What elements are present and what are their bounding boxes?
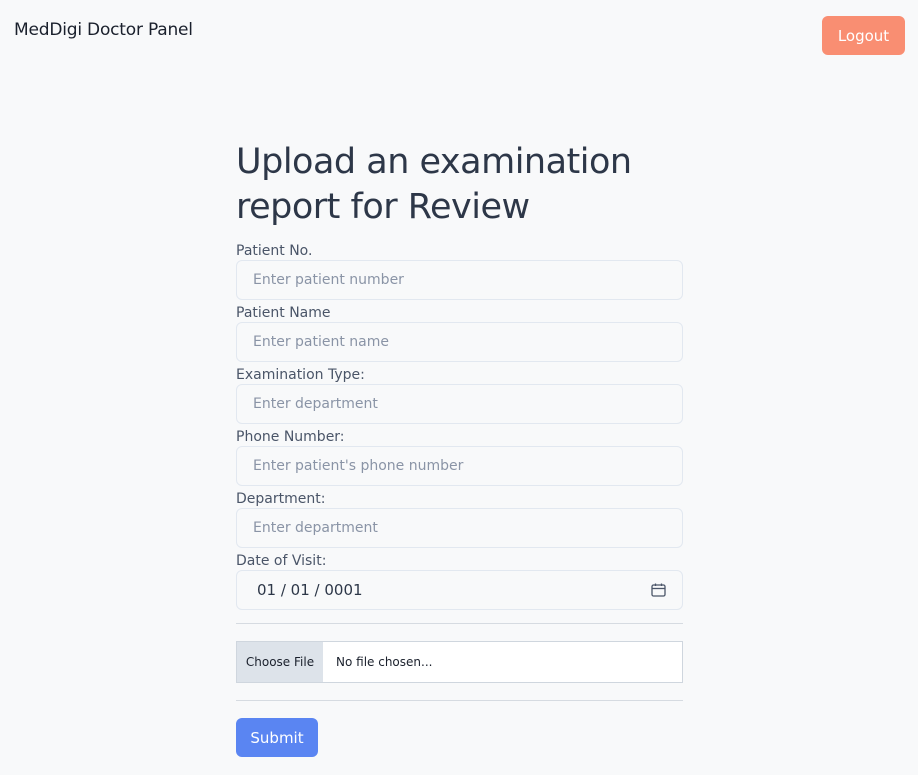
file-status: No file chosen... [336, 655, 433, 669]
logout-button[interactable]: Logout [822, 16, 905, 55]
patient-no-input[interactable] [236, 260, 683, 300]
divider [236, 623, 683, 624]
divider [236, 700, 683, 701]
phone-number-label: Phone Number: [236, 429, 345, 445]
patient-name-input[interactable] [236, 322, 683, 362]
app-brand: MedDigi Doctor Panel [14, 20, 193, 40]
phone-number-input[interactable] [236, 446, 683, 486]
top-bar: MedDigi Doctor Panel Logout [0, 0, 918, 70]
submit-button[interactable]: Submit [236, 718, 318, 757]
patient-name-label: Patient Name [236, 305, 331, 321]
choose-file-button[interactable]: Choose File [237, 642, 323, 682]
calendar-icon[interactable] [651, 583, 666, 597]
patient-no-label: Patient No. [236, 243, 313, 259]
department-label: Department: [236, 491, 326, 507]
department-input[interactable] [236, 508, 683, 548]
examination-type-input[interactable] [236, 384, 683, 424]
page-title: Upload an examination report for Review [236, 142, 632, 227]
examination-type-label: Examination Type: [236, 367, 365, 383]
file-upload: Choose File No file chosen... [236, 641, 683, 683]
upload-report-form: Upload an examination report for Review … [236, 140, 683, 757]
date-of-visit-label: Date of Visit: [236, 553, 327, 569]
date-of-visit-input[interactable]: 01 / 01 / 0001 [236, 570, 683, 610]
date-value: 01 / 01 / 0001 [257, 581, 363, 599]
